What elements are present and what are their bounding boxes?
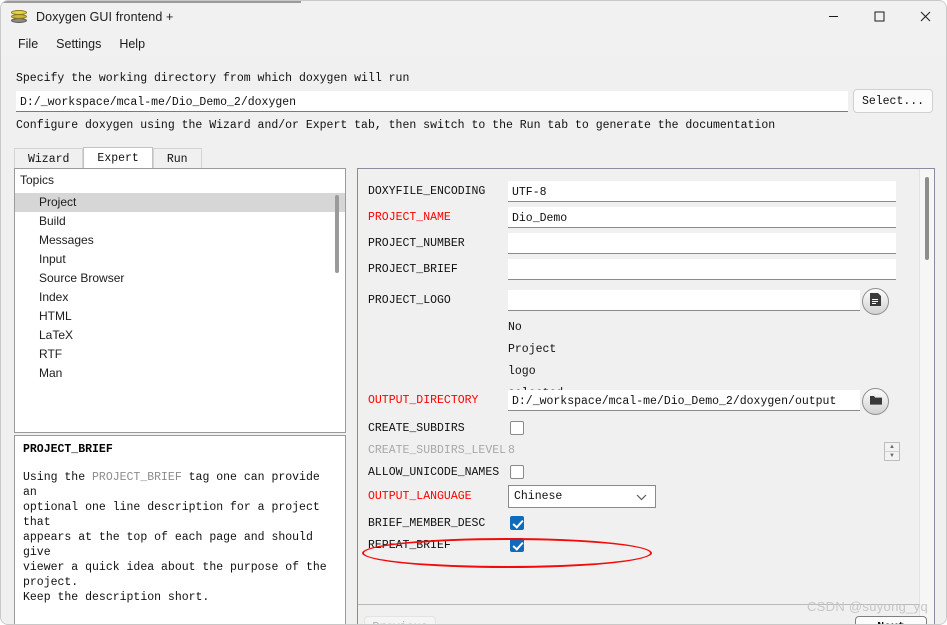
spinner-create-subdirs-level[interactable]: ▲ ▼ (884, 442, 900, 461)
checkbox-brief-member-desc[interactable] (510, 516, 524, 530)
configure-hint: Configure doxygen using the Wizard and/o… (16, 119, 776, 132)
settings-fields: DOXYFILE_ENCODING PROJECT_NAME PROJECT_N… (358, 169, 906, 604)
tab-wizard[interactable]: Wizard (14, 148, 84, 169)
browse-project-logo-button[interactable] (862, 288, 889, 315)
spinner-up-icon[interactable]: ▲ (885, 443, 899, 452)
close-icon[interactable] (902, 1, 946, 32)
topics-panel: Topics Project Build Messages Input Sour… (14, 168, 346, 433)
file-icon (869, 292, 882, 312)
topic-item-rtf[interactable]: RTF (15, 345, 345, 364)
menu-bar: File Settings Help (1, 32, 946, 56)
working-directory-input[interactable] (16, 91, 848, 112)
label-project-number: PROJECT_NUMBER (368, 237, 465, 250)
input-project-brief[interactable] (508, 259, 896, 280)
input-doxyfile-encoding[interactable] (508, 181, 896, 202)
settings-panel: DOXYFILE_ENCODING PROJECT_NAME PROJECT_N… (357, 168, 935, 624)
checkbox-create-subdirs[interactable] (510, 421, 524, 435)
chevron-down-icon (636, 492, 647, 505)
spinner-down-icon[interactable]: ▼ (885, 452, 899, 460)
tab-run[interactable]: Run (152, 148, 202, 169)
input-project-name[interactable] (508, 207, 896, 228)
topics-header: Topics (20, 173, 55, 187)
topic-item-index[interactable]: Index (15, 288, 345, 307)
window-title: Doxygen GUI frontend + (36, 9, 174, 24)
topics-scrollbar[interactable] (335, 195, 339, 273)
value-create-subdirs-level: 8 (508, 444, 515, 457)
label-output-language: OUTPUT_LANGUAGE (368, 490, 472, 503)
folder-icon (869, 393, 883, 411)
menu-item-settings[interactable]: Settings (47, 34, 110, 54)
topic-item-latex[interactable]: LaTeX (15, 326, 345, 345)
maximize-icon[interactable] (856, 1, 902, 32)
label-project-brief: PROJECT_BRIEF (368, 263, 458, 276)
tab-bar: Wizard Expert Run (14, 147, 202, 169)
input-project-number[interactable] (508, 233, 896, 254)
label-create-subdirs: CREATE_SUBDIRS (368, 422, 465, 435)
doxywizard-window: Doxygen GUI frontend + File Settings Hel… (0, 0, 947, 625)
input-output-directory[interactable] (508, 390, 860, 411)
label-brief-member-desc: BRIEF_MEMBER_DESC (368, 517, 486, 530)
help-body-tag: PROJECT_BRIEF (92, 471, 182, 484)
field-create-subdirs-level: CREATE_SUBDIRS_LEVEL 8 ▲ ▼ (358, 440, 906, 462)
dropdown-output-language-value: Chinese (514, 490, 563, 503)
help-body-after: tag one can provide an optional one line… (23, 471, 327, 604)
settings-scrollbar-track[interactable] (919, 169, 934, 624)
checkbox-allow-unicode-names[interactable] (510, 465, 524, 479)
input-project-logo[interactable] (508, 290, 860, 311)
minimize-icon[interactable] (810, 1, 856, 32)
label-project-name: PROJECT_NAME (368, 211, 451, 224)
label-output-directory: OUTPUT_DIRECTORY (368, 394, 479, 407)
next-button[interactable]: Next (855, 616, 927, 624)
menu-item-help[interactable]: Help (110, 34, 154, 54)
label-create-subdirs-level: CREATE_SUBDIRS_LEVEL (368, 444, 507, 457)
checkbox-repeat-brief[interactable] (510, 538, 524, 552)
tab-expert[interactable]: Expert (83, 147, 153, 169)
topic-item-project[interactable]: Project (15, 193, 345, 212)
help-title: PROJECT_BRIEF (23, 443, 113, 456)
label-repeat-brief: REPEAT_BRIEF (368, 539, 451, 552)
label-doxyfile-encoding: DOXYFILE_ENCODING (368, 185, 486, 198)
settings-scrollbar-thumb[interactable] (925, 177, 929, 260)
help-body: Using the PROJECT_BRIEF tag one can prov… (23, 470, 337, 605)
menu-item-file[interactable]: File (9, 34, 47, 54)
topic-item-messages[interactable]: Messages (15, 231, 345, 250)
label-allow-unicode-names: ALLOW_UNICODE_NAMES (368, 466, 500, 479)
select-directory-button[interactable]: Select... (853, 89, 933, 113)
topic-item-source-browser[interactable]: Source Browser (15, 269, 345, 288)
label-project-logo: PROJECT_LOGO (368, 294, 451, 307)
help-body-before: Using the (23, 471, 93, 484)
titlebar-accent-line (1, 1, 301, 3)
working-directory-hint: Specify the working directory from which… (16, 72, 410, 85)
main-content: Specify the working directory from which… (1, 56, 946, 624)
topic-item-build[interactable]: Build (15, 212, 345, 231)
previous-button[interactable]: Previous (364, 616, 436, 624)
dropdown-output-language[interactable]: Chinese (508, 485, 656, 508)
topic-item-man[interactable]: Man (15, 364, 345, 383)
help-panel: PROJECT_BRIEF Using the PROJECT_BRIEF ta… (14, 435, 346, 624)
watermark: CSDN @suyong_yq (806, 599, 928, 614)
doxygen-disk-icon (10, 8, 28, 26)
browse-output-directory-button[interactable] (862, 388, 889, 415)
topic-item-input[interactable]: Input (15, 250, 345, 269)
topics-list: Project Build Messages Input Source Brow… (15, 193, 345, 432)
topic-item-html[interactable]: HTML (15, 307, 345, 326)
title-bar: Doxygen GUI frontend + (1, 1, 946, 32)
window-controls (810, 1, 946, 32)
